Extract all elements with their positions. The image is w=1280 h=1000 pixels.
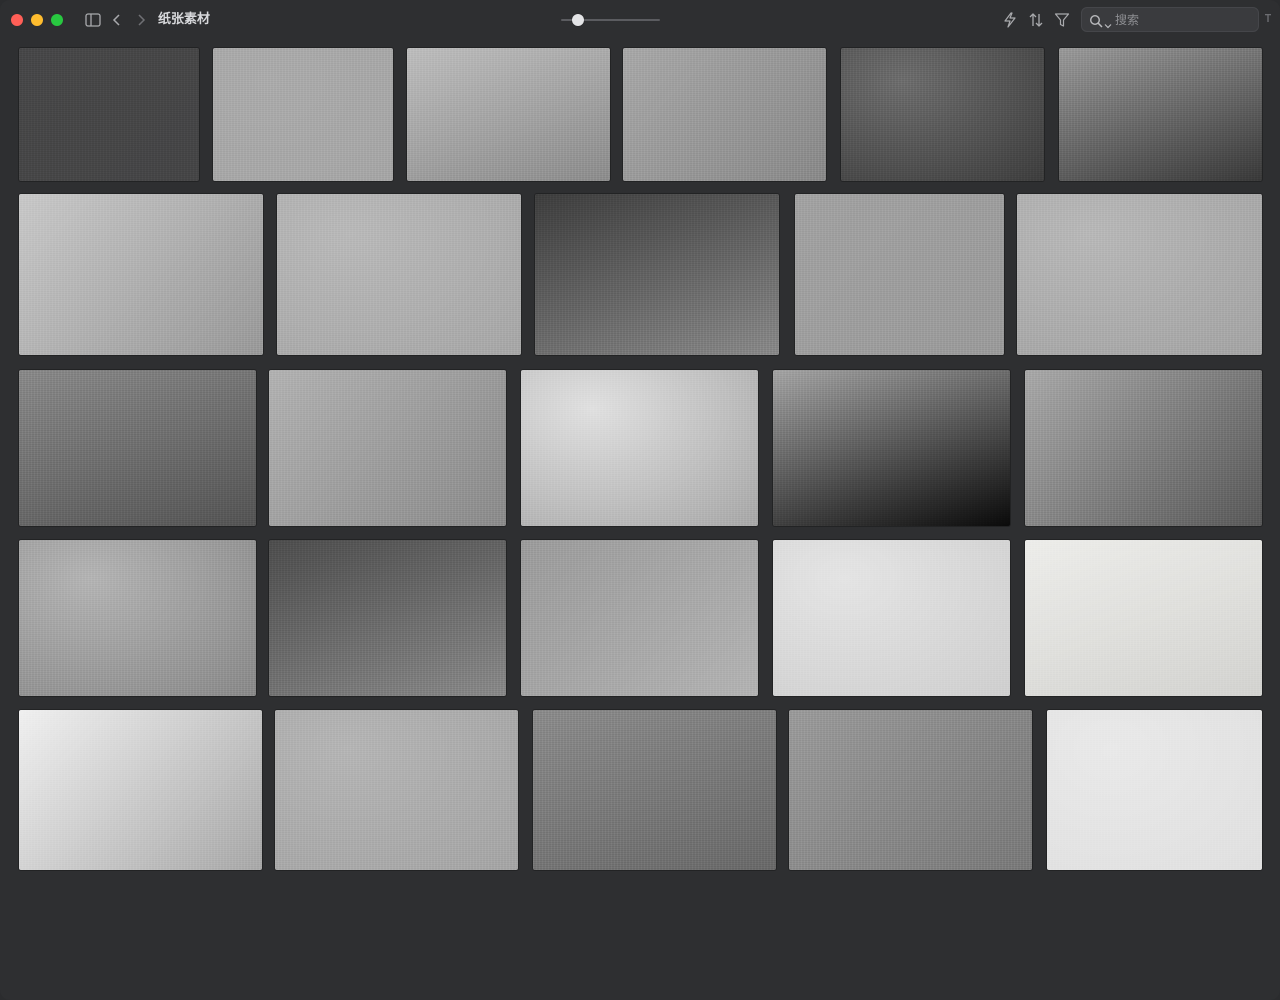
gallery-thumbnail[interactable]	[1059, 48, 1262, 181]
gallery-thumbnail[interactable]	[19, 370, 256, 526]
gallery-thumbnail[interactable]	[521, 370, 758, 526]
image-gallery	[0, 0, 1280, 1000]
gallery-thumbnail[interactable]	[407, 48, 610, 181]
gallery-thumbnail[interactable]	[1047, 710, 1262, 870]
app-window: 纸张素材	[0, 0, 1280, 1000]
gallery-thumbnail[interactable]	[19, 710, 262, 870]
gallery-thumbnail[interactable]	[789, 710, 1032, 870]
gallery-thumbnail[interactable]	[277, 194, 521, 355]
gallery-thumbnail[interactable]	[19, 194, 263, 355]
gallery-thumbnail[interactable]	[773, 540, 1010, 696]
gallery-thumbnail[interactable]	[213, 48, 393, 181]
gallery-thumbnail[interactable]	[623, 48, 826, 181]
gallery-thumbnail[interactable]	[19, 540, 256, 696]
gallery-thumbnail[interactable]	[19, 48, 199, 181]
gallery-thumbnail[interactable]	[841, 48, 1044, 181]
gallery-thumbnail[interactable]	[269, 540, 506, 696]
gallery-thumbnail[interactable]	[773, 370, 1010, 526]
gallery-thumbnail[interactable]	[1025, 370, 1262, 526]
gallery-thumbnail[interactable]	[521, 540, 758, 696]
gallery-thumbnail[interactable]	[275, 710, 518, 870]
gallery-thumbnail[interactable]	[535, 194, 779, 355]
gallery-thumbnail[interactable]	[533, 710, 776, 870]
gallery-thumbnail[interactable]	[1025, 540, 1262, 696]
gallery-thumbnail[interactable]	[1017, 194, 1262, 355]
gallery-thumbnail[interactable]	[269, 370, 506, 526]
gallery-thumbnail[interactable]	[795, 194, 1004, 355]
